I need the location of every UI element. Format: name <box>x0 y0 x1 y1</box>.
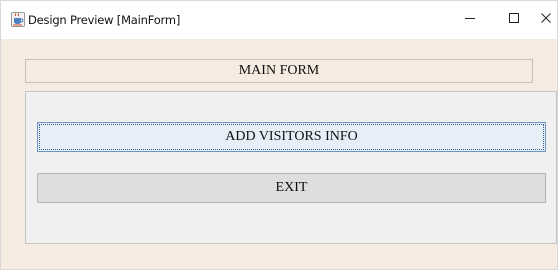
header-panel: MAIN FORM <box>25 59 533 83</box>
exit-button[interactable]: EXIT <box>37 173 546 203</box>
java-coffee-cup-icon <box>11 12 25 27</box>
add-visitors-info-button[interactable]: ADD VISITORS INFO <box>37 122 546 152</box>
form-title-label: MAIN FORM <box>238 63 320 78</box>
maximize-button[interactable] <box>497 5 531 35</box>
window-title: Design Preview [MainForm] <box>28 13 181 27</box>
app-window: Design Preview [MainForm] MAIN FORM ADD … <box>0 0 558 270</box>
maximize-icon <box>508 11 520 29</box>
form-content: MAIN FORM ADD VISITORS INFO EXIT <box>1 39 557 269</box>
minimize-button[interactable] <box>453 5 487 35</box>
minimize-icon <box>464 11 476 29</box>
title-bar[interactable]: Design Preview [MainForm] <box>1 1 557 39</box>
close-button[interactable] <box>529 5 558 35</box>
button-panel: ADD VISITORS INFO EXIT <box>25 91 557 244</box>
close-icon <box>540 11 552 29</box>
